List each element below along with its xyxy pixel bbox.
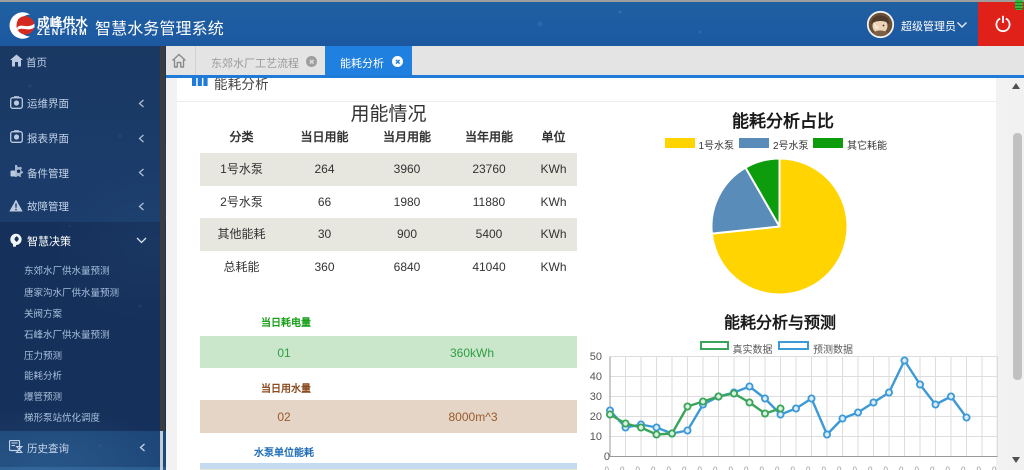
svg-text:0: 0 xyxy=(775,466,780,470)
svg-text:0: 0 xyxy=(930,466,935,470)
svg-text:0: 0 xyxy=(977,466,982,470)
svg-text:0: 0 xyxy=(636,466,641,470)
svg-text:0: 0 xyxy=(791,466,796,470)
svg-text:0: 0 xyxy=(744,466,749,470)
svg-text:0: 0 xyxy=(915,466,920,470)
svg-text:0: 0 xyxy=(822,466,827,470)
svg-text:0: 0 xyxy=(853,466,858,470)
svg-text:0: 0 xyxy=(713,466,718,470)
svg-text:0: 0 xyxy=(760,466,765,470)
svg-text:0: 0 xyxy=(620,466,625,470)
svg-text:0: 0 xyxy=(605,466,610,470)
svg-text:0: 0 xyxy=(667,466,672,470)
svg-text:0: 0 xyxy=(729,466,734,470)
svg-text:0: 0 xyxy=(682,466,687,470)
svg-text:0: 0 xyxy=(899,466,904,470)
svg-text:0: 0 xyxy=(651,466,656,470)
svg-text:0: 0 xyxy=(946,466,951,470)
svg-text:0: 0 xyxy=(961,466,966,470)
svg-text:0: 0 xyxy=(868,466,873,470)
svg-text:0: 0 xyxy=(992,466,997,470)
svg-text:0: 0 xyxy=(837,466,842,470)
svg-text:0: 0 xyxy=(806,466,811,470)
svg-text:0: 0 xyxy=(698,466,703,470)
svg-text:0: 0 xyxy=(884,466,889,470)
